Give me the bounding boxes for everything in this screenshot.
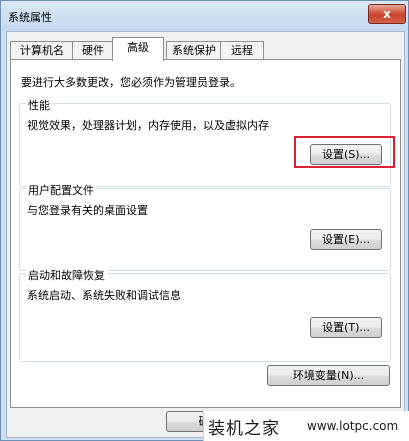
user-profiles-settings-button[interactable]: 设置(E)... — [310, 229, 382, 250]
close-button[interactable]: x — [368, 4, 406, 24]
user-profiles-title: 用户配置文件 — [26, 182, 96, 198]
advanced-tab-panel: 要进行大多数更改，您必须作为管理员登录。 性能 视觉效果，处理器计划，内存使用，… — [10, 59, 401, 408]
startup-recovery-group: 启动和故障恢复 系统启动、系统失败和调试信息 设置(T)... — [19, 267, 391, 362]
highlight-box — [294, 136, 395, 168]
user-profiles-description: 与您登录有关的桌面设置 — [27, 204, 148, 217]
dialog-client-area: 计算机名 硬件 高级 系统保护 远程 要进行大多数更改，您必须作为管理员登录。 … — [6, 31, 405, 438]
window-title: 系统属性 — [8, 11, 52, 24]
tab-advanced[interactable]: 高级 — [112, 37, 164, 61]
startup-recovery-description: 系统启动、系统失败和调试信息 — [27, 289, 181, 302]
user-profiles-group: 用户配置文件 与您登录有关的桌面设置 设置(E)... — [19, 182, 391, 271]
performance-description: 视觉效果，处理器计划，内存使用，以及虚拟内存 — [27, 119, 269, 132]
watermark-brand: 装机之家 — [208, 419, 280, 439]
system-properties-window: 系统属性 x 计算机名 硬件 高级 系统保护 远程 要进行大多数更改，您必须作为… — [0, 0, 409, 441]
close-icon: x — [383, 7, 391, 21]
tab-hardware[interactable]: 硬件 — [72, 41, 114, 60]
watermark-url: www.lotpc.com — [307, 419, 399, 433]
startup-recovery-title: 启动和故障恢复 — [26, 267, 107, 283]
tab-remote[interactable]: 远程 — [220, 41, 264, 60]
title-bar[interactable]: 系统属性 x — [1, 1, 408, 31]
admin-notice: 要进行大多数更改，您必须作为管理员登录。 — [21, 76, 241, 89]
tab-computer-name[interactable]: 计算机名 — [10, 41, 74, 60]
startup-recovery-settings-button[interactable]: 设置(T)... — [310, 317, 382, 338]
environment-variables-button[interactable]: 环境变量(N)... — [267, 365, 390, 386]
tab-system-protection[interactable]: 系统保护 — [166, 41, 222, 60]
performance-title: 性能 — [26, 97, 52, 113]
watermark: 装机之家 www.lotpc.com — [203, 411, 409, 441]
